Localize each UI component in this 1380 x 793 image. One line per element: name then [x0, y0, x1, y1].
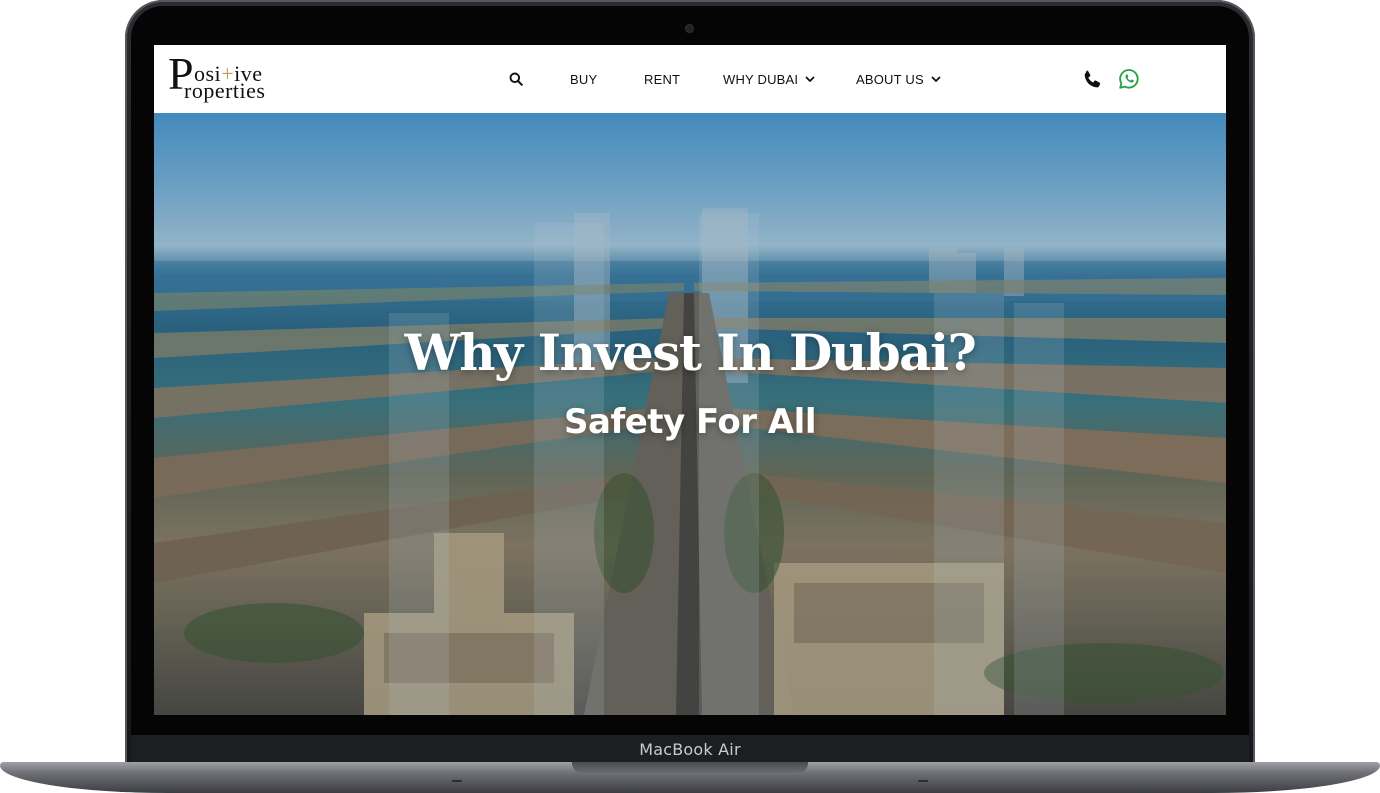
positive-properties-logo[interactable]: P osi+ive roperties	[168, 49, 288, 103]
webcam	[686, 25, 693, 32]
nav-about-us-label: ABOUT US	[856, 71, 924, 87]
hero-title: Why Invest In Dubai?	[404, 323, 977, 382]
chevron-down-icon	[931, 76, 941, 82]
nav-buy-label: BUY	[570, 71, 598, 87]
nav-about-us-item: ABOUT US	[856, 72, 942, 87]
nav-why-dubai[interactable]: WHY DUBAI	[723, 45, 816, 113]
nav-rent-label: RENT	[644, 71, 681, 87]
laptop-foot	[918, 780, 928, 782]
laptop-hinge-notch	[572, 762, 808, 773]
whatsapp-icon[interactable]	[1118, 68, 1140, 90]
website-screen: P osi+ive roperties BUY RENT WHY DUBAI A…	[154, 45, 1226, 715]
device-label: MacBook Air	[639, 740, 741, 759]
search-icon	[509, 72, 523, 86]
nav-about-us[interactable]: ABOUT US	[856, 45, 942, 113]
laptop-foot	[452, 780, 462, 782]
logo-line-2: roperties	[184, 78, 266, 103]
search-button[interactable]	[506, 45, 526, 113]
phone-icon[interactable]	[1080, 68, 1104, 92]
nav-why-dubai-label: WHY DUBAI	[723, 71, 799, 87]
nav-why-dubai-item: WHY DUBAI	[723, 72, 816, 87]
hero-section: Why Invest In Dubai? Safety For All	[154, 113, 1226, 715]
nav-rent[interactable]: RENT	[644, 45, 680, 113]
site-header: P osi+ive roperties BUY RENT WHY DUBAI A…	[154, 45, 1226, 113]
hero-subtitle: Safety For All	[564, 402, 816, 442]
nav-buy[interactable]: BUY	[570, 45, 597, 113]
chevron-down-icon	[805, 76, 815, 82]
